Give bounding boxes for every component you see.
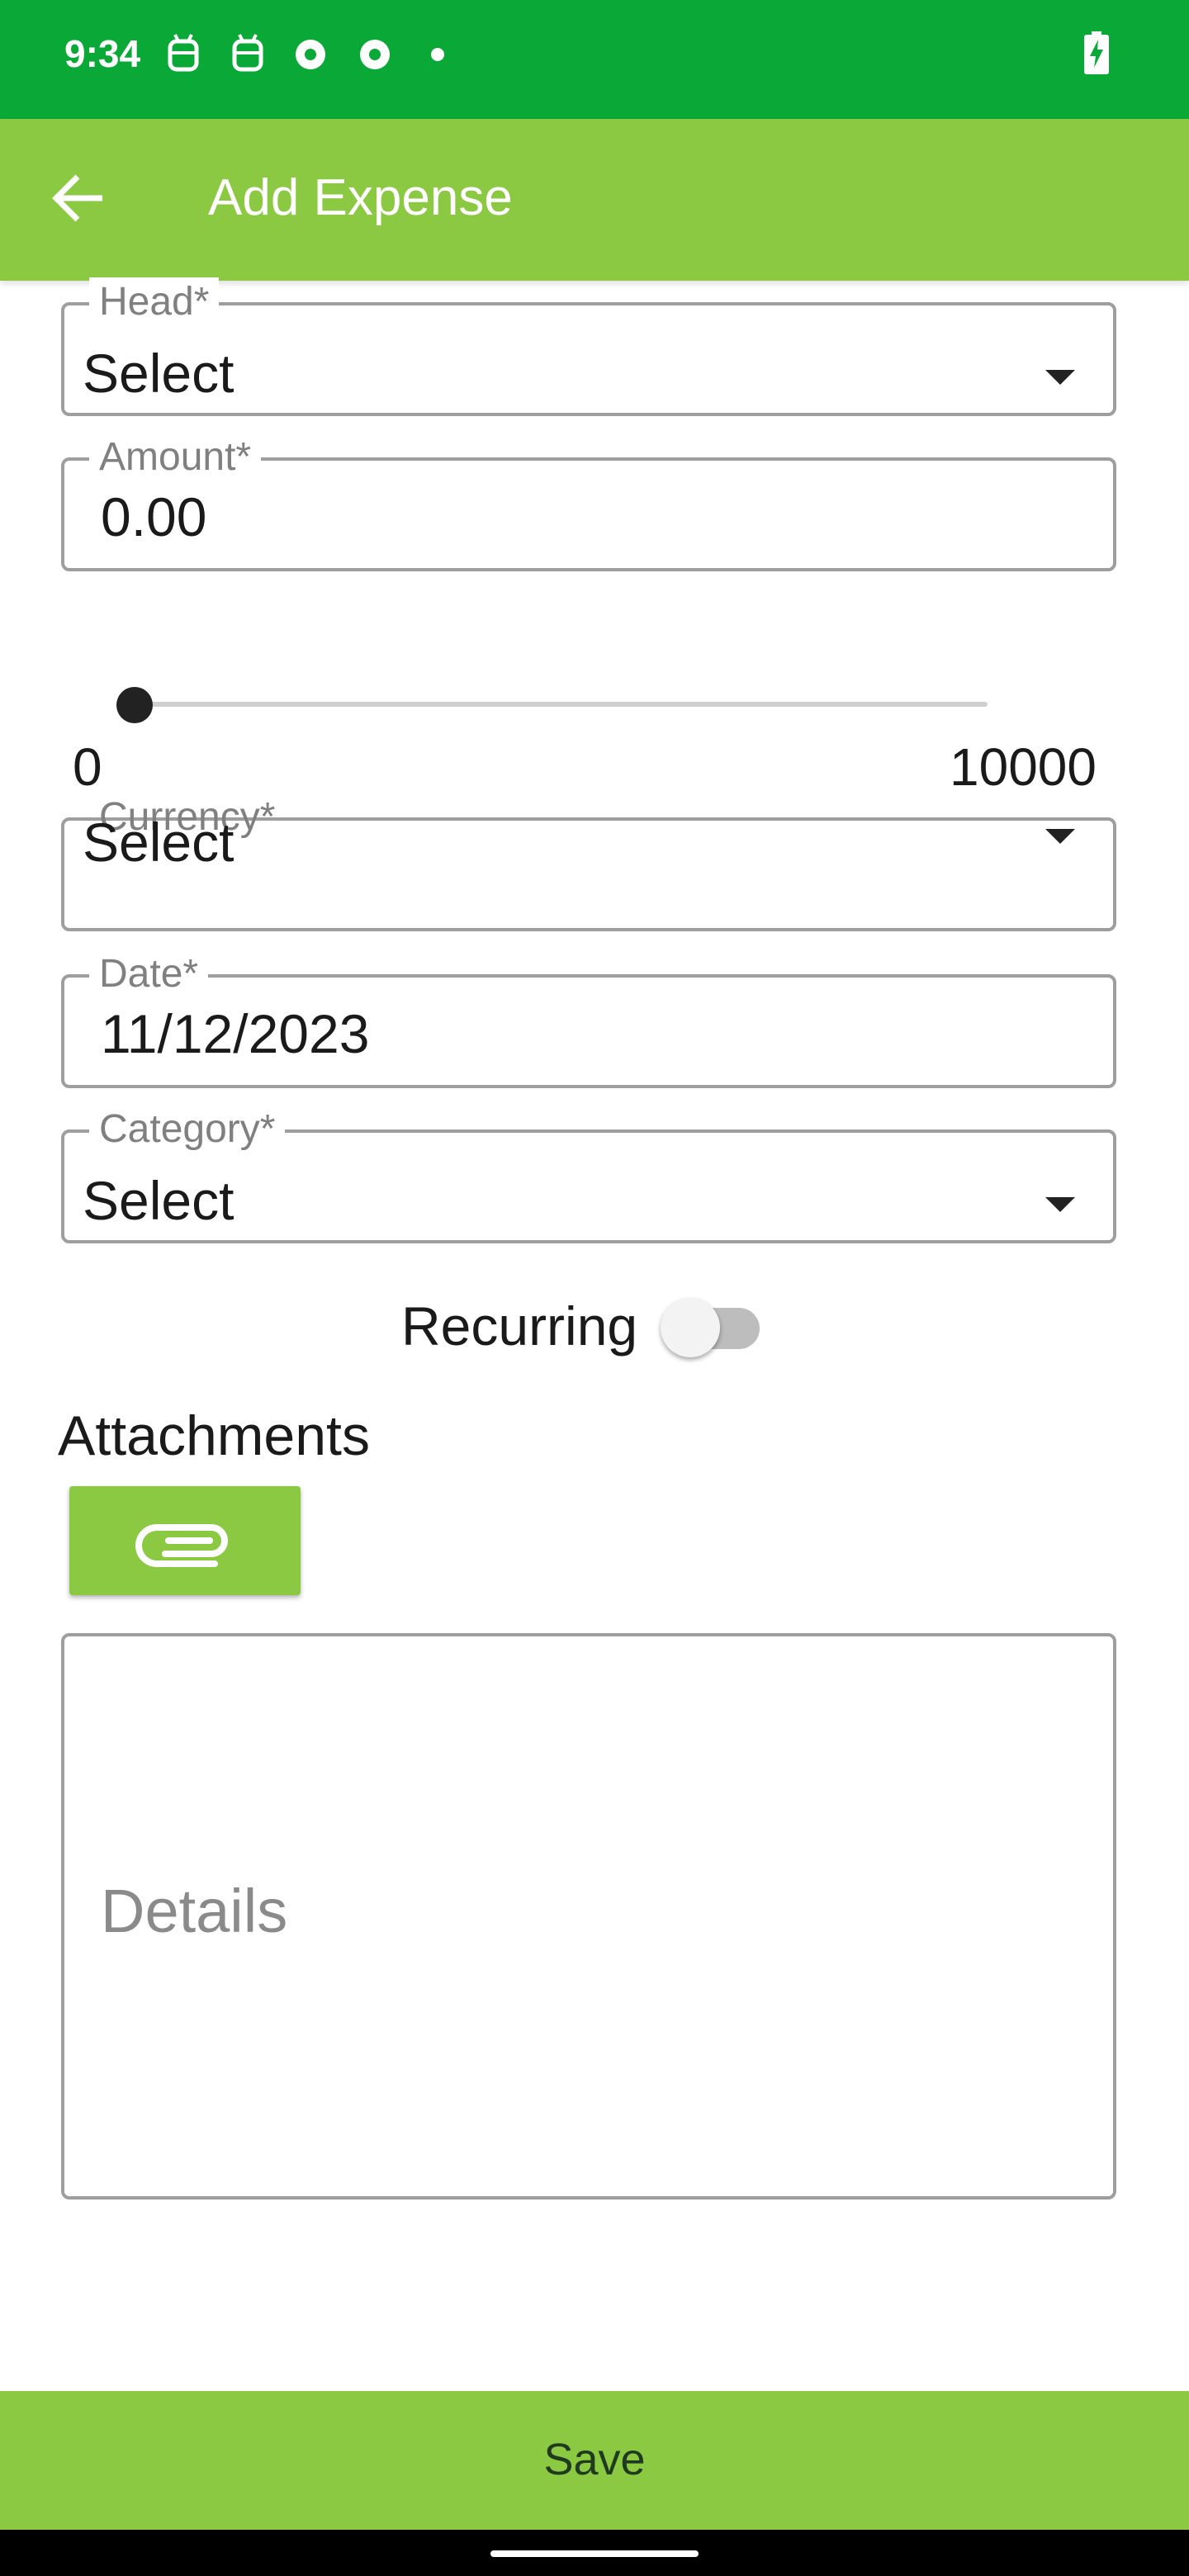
amount-slider-thumb[interactable] [116, 687, 153, 723]
status-time: 9:34 [64, 32, 141, 75]
android-icon [168, 34, 199, 72]
chrome-icon [360, 40, 390, 69]
dropdown-caret-icon [1045, 829, 1075, 844]
android-icon [232, 34, 263, 72]
head-dropdown[interactable]: Head* Select [61, 277, 1116, 416]
details-placeholder: Details [101, 1877, 288, 1945]
back-arrow-icon[interactable] [50, 173, 107, 223]
dropdown-caret-icon [1045, 370, 1075, 385]
currency-value: Select [83, 812, 234, 873]
date-value: 11/12/2023 [101, 1003, 370, 1064]
date-label: Date* [89, 949, 209, 999]
save-label: Save [543, 2435, 646, 2484]
slider-min-label: 0 [73, 737, 102, 797]
status-bar: 9:34 [0, 0, 1189, 119]
page-title: Add Expense [208, 169, 513, 226]
attachments-label: Attachments [58, 1404, 370, 1467]
app-bar: Add Expense [0, 119, 1189, 281]
chrome-icon [296, 40, 325, 69]
currency-dropdown[interactable]: Currency* Select [61, 795, 1116, 931]
date-field[interactable]: Date* 11/12/2023 [61, 949, 1116, 1088]
save-button[interactable]: Save [0, 2391, 1189, 2530]
notification-dot-icon [431, 48, 444, 61]
battery-charging-icon [1084, 31, 1109, 74]
category-dropdown[interactable]: Category* Select [61, 1105, 1116, 1243]
dropdown-caret-icon [1045, 1197, 1075, 1212]
amount-label: Amount* [89, 433, 262, 482]
home-gesture-pill[interactable] [490, 2550, 699, 2557]
paperclip-icon [135, 1524, 228, 1567]
category-label: Category* [89, 1105, 286, 1154]
amount-value: 0.00 [101, 486, 207, 547]
details-textarea[interactable]: Details [61, 1633, 1116, 2200]
head-value: Select [83, 343, 234, 404]
recurring-switch-thumb[interactable] [661, 1298, 720, 1357]
slider-max-label: 10000 [950, 737, 1097, 797]
attach-button[interactable] [69, 1486, 301, 1595]
category-value: Select [83, 1170, 234, 1231]
head-label: Head* [89, 277, 220, 327]
amount-slider-track[interactable] [134, 702, 988, 707]
amount-field[interactable]: Amount* 0.00 [61, 433, 1116, 571]
recurring-label: Recurring [401, 1295, 638, 1357]
